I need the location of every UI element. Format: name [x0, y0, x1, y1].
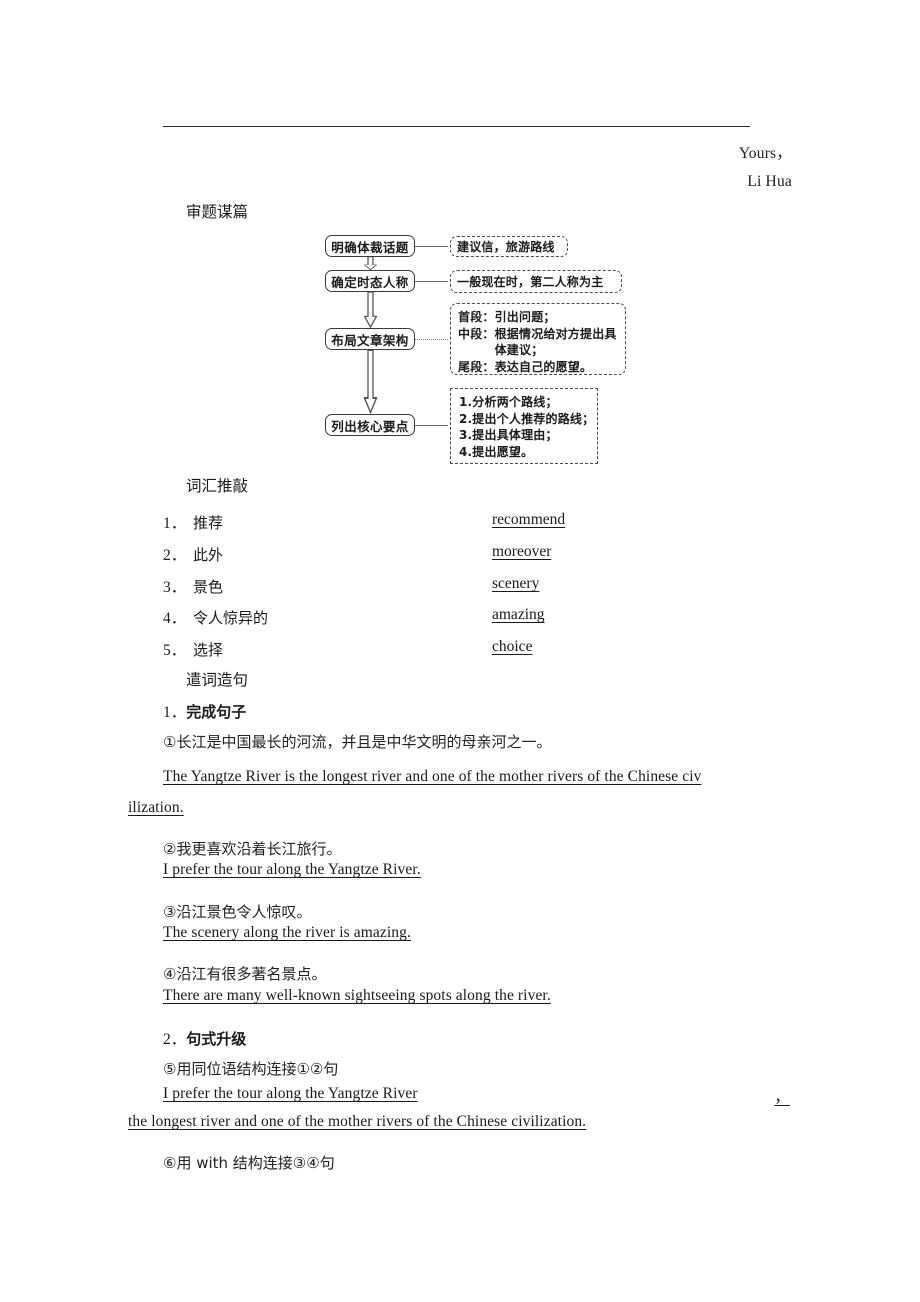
callout-row-body: 表达自己的愿望。	[494, 359, 593, 374]
callout-row-body: 根据情况给对方提出具体建议；	[494, 326, 617, 358]
vocab-chinese: 令人惊异的	[193, 609, 269, 627]
vocab-row: 1． 推荐	[163, 511, 223, 533]
question-prompt-2: ②我更喜欢沿着长江旅行。	[163, 840, 342, 858]
callout-row: 1.分析两个路线；	[459, 395, 558, 409]
callout-line: 建议信，旅游路线	[457, 240, 555, 254]
vocab-row: 5． 选择	[163, 638, 223, 660]
callout-row: 4.提出愿望。	[459, 444, 534, 459]
letter-closing: Yours，	[738, 145, 792, 162]
vocab-number: 3．	[163, 579, 187, 596]
section-label-vocabulary: 词汇推敲	[186, 477, 249, 495]
question-answer-5-line2: the longest river and one of the mother …	[128, 1113, 587, 1130]
flow-arrow-down-icon	[364, 257, 377, 270]
vocab-chinese: 选择	[193, 641, 224, 659]
flow-node-structure: 布局文章架构	[325, 328, 415, 350]
question-answer-5-comma: ，	[774, 1089, 790, 1106]
callout-row-body: 引出问题；	[494, 310, 556, 324]
question-prompt-6: ⑥用 with 结构连接③④句	[163, 1154, 335, 1172]
flow-callout-key-points: 1.分析两个路线； 2.提出个人推荐的路线； 3.提出具体理由； 4.提出愿望。	[450, 388, 598, 464]
flow-callout-structure: 首段： 引出问题； 中段： 根据情况给对方提出具体建议； 尾段： 表达自己的愿望…	[450, 303, 626, 375]
question-answer-1-line2: ilization.	[128, 799, 184, 816]
question-answer-4: There are many well-known sightseeing sp…	[163, 987, 551, 1004]
vocab-number: 1．	[163, 515, 187, 532]
vocab-answer: recommend	[492, 511, 566, 528]
question-prompt-1: ①长江是中国最长的河流，并且是中华文明的母亲河之一。	[163, 733, 552, 751]
flow-callout-tense-person: 一般现在时，第二人称为主	[450, 270, 622, 293]
exercise-heading-complete-sentences: 1．完成句子	[163, 700, 246, 722]
flow-connector-line	[415, 339, 448, 340]
callout-row: 首段： 引出问题；	[458, 309, 621, 326]
callout-row: 中段： 根据情况给对方提出具体建议；	[458, 326, 621, 359]
flow-arrow-down-icon	[364, 292, 377, 328]
vocab-answer: amazing	[492, 606, 545, 623]
exercise-heading-number: 1．	[163, 704, 187, 721]
flow-connector-line	[415, 425, 448, 426]
vocab-chinese: 景色	[193, 578, 224, 596]
exercise-heading-sentence-upgrade: 2．句式升级	[163, 1027, 246, 1049]
vocab-number: 2．	[163, 547, 187, 564]
flow-connector-line	[415, 246, 448, 247]
question-prompt-5: ⑤用同位语结构连接①②句	[163, 1060, 339, 1078]
document-page: Yours， Li Hua 审题谋篇 词汇推敲 遣词造句 明确体裁话题 确定时态…	[0, 0, 920, 1302]
callout-row-tag: 首段：	[458, 310, 495, 324]
flow-node-key-points: 列出核心要点	[325, 414, 415, 436]
section-label-sentences: 遣词造句	[186, 671, 249, 689]
callout-row: 2.提出个人推荐的路线；	[459, 411, 595, 426]
question-prompt-4: ④沿江有很多著名景点。	[163, 965, 327, 983]
vocab-chinese: 此外	[193, 546, 224, 564]
vocab-row: 4． 令人惊异的	[163, 606, 268, 628]
question-answer-3: The scenery along the river is amazing.	[163, 924, 411, 941]
exercise-heading-text: 句式升级	[186, 1030, 247, 1048]
callout-row-tag: 尾段：	[458, 359, 495, 374]
flow-node-genre-topic: 明确体裁话题	[325, 235, 415, 257]
callout-row-tag: 中段：	[458, 326, 495, 341]
vocab-answer: choice	[492, 638, 533, 655]
vocab-number: 5．	[163, 642, 187, 659]
question-answer-5-line1: I prefer the tour along the Yangtze Rive…	[163, 1085, 790, 1107]
question-prompt-3: ③沿江景色令人惊叹。	[163, 903, 312, 921]
answer-blank-rule	[163, 126, 750, 127]
question-answer-2: I prefer the tour along the Yangtze Rive…	[163, 861, 421, 878]
flow-connector-line	[415, 281, 448, 282]
vocab-row: 2． 此外	[163, 543, 223, 565]
flow-callout-genre-topic: 建议信，旅游路线	[450, 236, 568, 257]
question-answer-5-text: I prefer the tour along the Yangtze Rive…	[163, 1085, 418, 1102]
question-answer-1-line1: The Yangtze River is the longest river a…	[163, 768, 702, 785]
vocab-chinese: 推荐	[193, 514, 224, 532]
letter-signature-name: Li Hua	[747, 173, 792, 190]
section-label-analysis: 审题谋篇	[186, 203, 249, 221]
callout-row: 尾段： 表达自己的愿望。	[458, 359, 621, 376]
callout-line: 一般现在时，第二人称为主	[457, 275, 604, 289]
vocab-answer: moreover	[492, 543, 552, 560]
vocab-row: 3． 景色	[163, 575, 223, 597]
vocab-number: 4．	[163, 610, 187, 627]
callout-row: 3.提出具体理由；	[459, 428, 558, 442]
exercise-heading-text: 完成句子	[186, 703, 247, 721]
vocab-answer: scenery	[492, 575, 540, 592]
flow-arrow-down-icon	[364, 350, 377, 414]
flow-node-tense-person: 确定时态人称	[325, 270, 415, 292]
exercise-heading-number: 2．	[163, 1031, 187, 1048]
